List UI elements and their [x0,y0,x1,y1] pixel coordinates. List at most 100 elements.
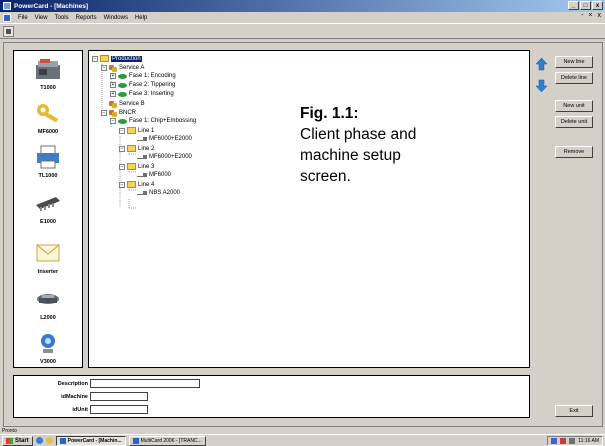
taskbar-item-multicard[interactable]: MultiCard 2006 - [TRANC... [128,435,206,446]
tree-node-machine[interactable]: NBS A2000 [137,190,180,196]
network-icon[interactable] [551,438,558,444]
taskbar-item-powercard[interactable]: PowerCard - [Machin... [55,435,126,446]
tree-node-service-b[interactable]: Service B [109,100,145,108]
new-line-button[interactable]: New line [555,56,593,68]
start-button[interactable]: Start [2,435,33,446]
machine-label: MF6000 [37,129,59,135]
machine-label: L2000 [40,315,56,321]
folder-icon [127,181,136,188]
clock[interactable]: 11:16 AM [578,438,599,444]
close-button[interactable]: x [592,1,603,10]
system-tray: 11:16 AM [547,436,603,446]
windows-logo-icon [6,437,13,444]
delete-line-button[interactable]: Delete line [555,72,593,84]
security-icon[interactable] [560,438,567,444]
machine-label: T1000 [40,85,56,91]
machine-item-e1000[interactable]: E1000 [14,191,82,225]
taskbar-item-label: PowerCard - [Machin... [67,437,122,444]
delete-unit-button[interactable]: Delete unit [555,116,593,128]
caption-line: machine setup [300,147,401,164]
tree-node-phase[interactable]: + Fase 3: Inserting [110,91,174,97]
collapse-icon[interactable]: − [101,65,107,71]
phase-icon [118,118,127,124]
expand-icon[interactable]: + [110,91,116,97]
production-tree[interactable]: − Production − Service A + Fase 1: Encod… [88,50,530,368]
collapse-icon[interactable]: − [101,110,107,116]
folder-quicklaunch-icon[interactable] [45,437,53,444]
detail-panel: Description idMachine idUnit [13,375,530,418]
tl1000-machine-icon [37,145,59,169]
tree-node-service-a[interactable]: − Service A [101,64,144,72]
l2000-machine-icon [37,294,59,304]
service-icon [109,64,117,72]
machine-item-tl1000[interactable]: TL1000 [14,145,82,179]
v3000-camera-icon [41,334,55,353]
folder-icon [127,145,136,152]
collapse-icon[interactable]: − [119,145,125,152]
idunit-label: idUnit [72,407,88,413]
exit-button[interactable]: Exit [555,405,593,417]
machine-label: Inserter [37,269,59,275]
move-up-arrow-icon[interactable] [535,57,548,71]
browser-quicklaunch-icon[interactable] [35,437,43,444]
menu-tools[interactable]: Tools [55,15,69,21]
collapse-icon[interactable]: − [119,127,125,134]
mdi-restore-button[interactable]: × [588,12,592,19]
new-unit-button[interactable]: New unit [555,100,593,112]
action-panel: New line Delete line New unit Delete uni… [553,50,595,418]
folder-icon [127,127,136,134]
machine-label: V3000 [40,359,56,365]
toolbar [0,23,605,39]
document-icon[interactable] [3,13,11,22]
service-icon [109,109,117,117]
caption-line: screen. [300,168,351,185]
menu-help[interactable]: Help [135,15,147,21]
tree-node-phase[interactable]: + Fase 2: Tippering [110,82,175,88]
collapse-icon[interactable]: − [110,118,116,124]
phase-icon [118,91,127,97]
volume-icon[interactable] [569,438,576,444]
tree-node-machine[interactable]: MF6000 [137,172,171,178]
tree-node-line[interactable]: − Line 2 [119,145,154,152]
maximize-button[interactable]: □ [580,1,591,10]
caption-line: Client phase and [300,126,417,143]
idunit-field[interactable] [90,405,148,414]
menu-reports[interactable]: Reports [76,15,97,21]
tree-node-phase[interactable]: − Fase 1: Chip+Embossing [110,118,196,124]
e1000-machine-icon [36,197,60,211]
mdi-minimize-button[interactable]: - [581,12,583,19]
expand-icon[interactable]: + [110,82,116,88]
tree-node-machine[interactable]: MF6000+E2000 [137,136,192,142]
machine-item-t1000[interactable]: T1000 [14,57,82,91]
mdi-controls: - × x [581,12,601,19]
idmachine-field[interactable] [90,392,148,401]
tree-node-machine[interactable]: MF6000+E2000 [137,154,192,160]
folder-icon [127,163,136,170]
machine-item-inserter[interactable]: Inserter [14,241,82,275]
tree-node-phase[interactable]: + Fase 1: Encoding [110,73,176,79]
tree-node-line[interactable]: − Line 3 [119,163,154,170]
menu-view[interactable]: View [35,15,48,21]
tree-node-line[interactable]: − Line 1 [119,127,154,134]
tree-node-production[interactable]: − Production [92,55,142,62]
menu-windows[interactable]: Windows [104,15,128,21]
tree-node-bncr[interactable]: − BNCR [101,109,136,117]
save-button[interactable] [3,26,14,37]
phase-icon [118,82,127,88]
figure-caption: Fig. 1.1: Client phase and machine setup… [300,103,416,187]
machine-item-mf6000[interactable]: MF6000 [14,101,82,135]
collapse-icon[interactable]: − [119,181,125,188]
move-down-arrow-icon[interactable] [535,79,548,93]
tree-connector-lines [101,64,136,209]
remove-button[interactable]: Remove [555,146,593,158]
description-field[interactable] [90,379,200,388]
tree-node-line[interactable]: − Line 4 [119,181,154,188]
menu-file[interactable]: File [18,15,28,21]
collapse-icon[interactable]: − [92,55,98,62]
expand-icon[interactable]: + [110,73,116,79]
machine-item-v3000[interactable]: V3000 [14,331,82,365]
machine-item-l2000[interactable]: L2000 [14,287,82,321]
collapse-icon[interactable]: − [119,163,125,170]
mdi-close-button[interactable]: x [598,12,602,19]
minimize-button[interactable]: _ [568,1,579,10]
